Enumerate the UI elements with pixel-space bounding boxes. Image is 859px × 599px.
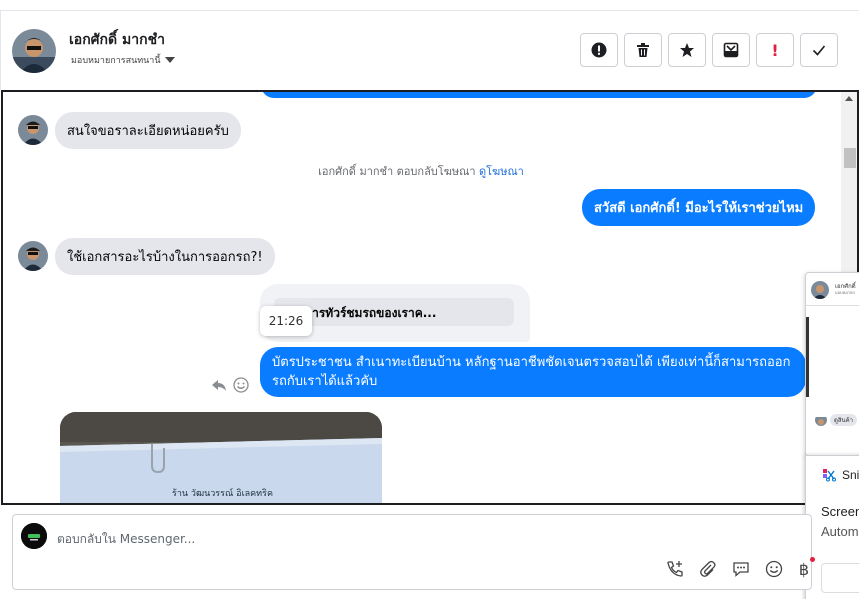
mini-edge [806, 317, 809, 397]
call-button[interactable] [665, 559, 685, 579]
check-icon [812, 45, 826, 56]
exclamation-icon: ! [771, 40, 779, 60]
reply-input[interactable]: ตอบกลับใน Messenger... [57, 530, 195, 549]
emoji-button[interactable] [764, 559, 784, 579]
mini-preview-window[interactable]: เอกศักดิ์ มอบหมายก ดูสินค้า [805, 272, 859, 457]
snip-header: Sni [822, 468, 859, 482]
reply-composer: ตอบกลับใน Messenger... ฿ [12, 514, 815, 590]
message-thread[interactable]: สนใจขอราละเอียดหน่อยครับ เอกศักดิ์ มากชำ… [1, 90, 859, 505]
snip-line-1: Screen [821, 504, 859, 519]
scroll-up-arrow[interactable] [845, 96, 853, 101]
contact-avatar-small [18, 241, 48, 271]
attach-button[interactable] [698, 559, 718, 579]
baht-icon: ฿ [798, 559, 810, 579]
previous-outgoing-bubble [261, 92, 817, 98]
chat-bubble-icon [733, 562, 749, 577]
contact-avatar[interactable] [12, 29, 56, 73]
conversation-header: เอกศักดิ์ มากชำ มอบหมายการสนทนานี้ ! [0, 10, 859, 90]
emoji-icon [765, 560, 783, 578]
timestamp-tooltip: 21:26 [260, 306, 312, 336]
emoji-react-icon[interactable] [233, 377, 249, 393]
incoming-message[interactable]: สนใจขอราละเอียดหน่อยครับ [55, 112, 241, 149]
archive-icon [723, 42, 739, 58]
snip-action-button[interactable] [821, 563, 859, 593]
saved-replies-button[interactable] [731, 559, 751, 579]
notification-dot [810, 557, 815, 562]
assign-label: มอบหมายการสนทนานี้ [71, 56, 161, 66]
snip-line-2: Autom [821, 524, 859, 539]
ad-reply-text: เอกศักดิ์ มากชำ ตอบกลับโฆษณา [318, 165, 476, 178]
view-ad-link[interactable]: ดูโฆษณา [479, 165, 524, 178]
delete-button[interactable] [624, 33, 662, 67]
snip-title: Sni [842, 468, 859, 482]
mini-divider [806, 305, 859, 306]
ad-reply-notice: เอกศักดิ์ มากชำ ตอบกลับโฆษณา ดูโฆษณา [3, 162, 839, 180]
mark-important-button[interactable]: ! [756, 33, 794, 67]
composer-toolbar: ฿ [665, 557, 815, 579]
alert-circle-icon [591, 42, 607, 58]
assign-conversation-dropdown[interactable]: มอบหมายการสนทนานี้ [71, 53, 175, 67]
star-button[interactable] [668, 33, 706, 67]
outgoing-message[interactable]: สวัสดี เอกศักดิ์! มีอะไรให้เราช่วยไหม [582, 189, 816, 226]
page-avatar [21, 523, 47, 549]
message-actions [211, 377, 249, 393]
star-icon [680, 43, 694, 57]
archive-button[interactable] [712, 33, 750, 67]
caret-down-icon [164, 57, 175, 63]
contact-avatar-small [18, 115, 48, 145]
scroll-thumb[interactable] [844, 148, 856, 168]
reply-icon[interactable] [211, 377, 227, 393]
paperclip-icon [700, 560, 716, 577]
scissors-icon [823, 469, 836, 482]
mark-done-button[interactable] [800, 33, 838, 67]
mark-spam-button[interactable] [580, 33, 618, 67]
incoming-message[interactable]: ใช้เอกสารอะไรบ้างในการออกรถ?! [55, 238, 275, 275]
photo-attachment[interactable]: ร้าน วัฒนวรรณ์ อิเลคทริค [60, 412, 382, 503]
contact-name: เอกศักดิ์ มากชำ [69, 32, 165, 48]
mini-tag: ดูสินค้า [830, 414, 858, 426]
photo-caption: ร้าน วัฒนวรรณ์ อิเลคทริค [172, 487, 273, 499]
payment-button[interactable]: ฿ [797, 557, 815, 579]
mini-avatar-2 [815, 414, 827, 426]
action-toolbar: ! [580, 33, 838, 67]
trash-icon [637, 43, 649, 57]
snip-notification[interactable]: Sni Screen Autom [805, 455, 859, 599]
outgoing-message[interactable]: บัตรประชาชน สำเนาทะเบียนบ้าน หลักฐานอาชี… [260, 347, 806, 397]
mini-avatar [811, 281, 829, 299]
mini-sub: มอบหมายก [835, 290, 855, 295]
phone-plus-icon [667, 561, 683, 577]
